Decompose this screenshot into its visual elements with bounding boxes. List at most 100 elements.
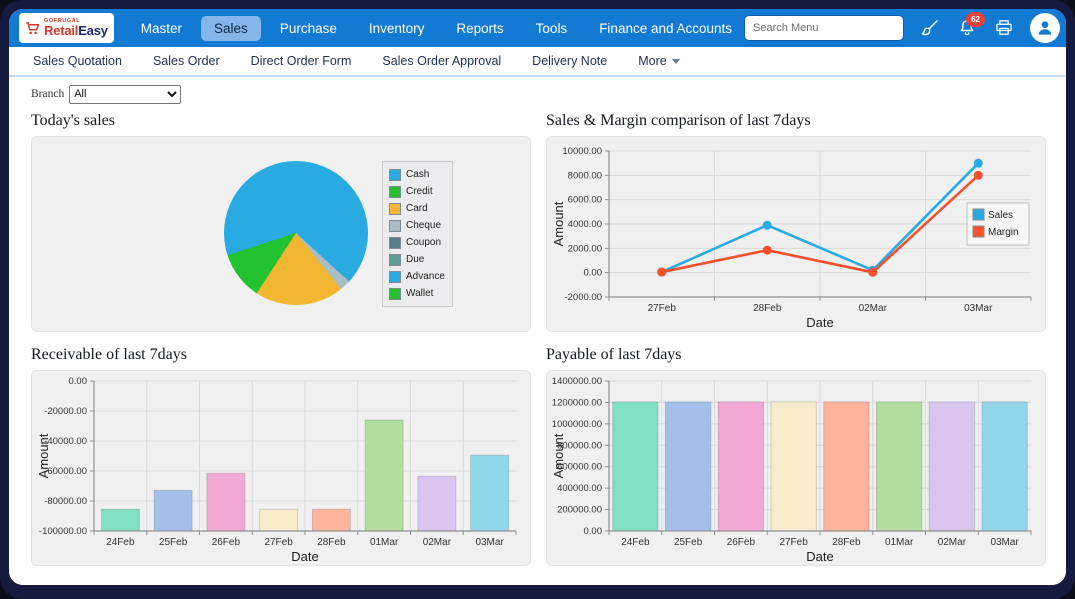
subnav-delivery-note[interactable]: Delivery Note [532, 54, 607, 68]
user-avatar[interactable] [1030, 13, 1060, 43]
printer-icon[interactable] [993, 17, 1015, 39]
subnav-sales-order-approval[interactable]: Sales Order Approval [382, 54, 501, 68]
dashboard: Branch All Today's sales CashCreditCardC… [9, 77, 1066, 585]
branch-select[interactable]: All [69, 85, 181, 104]
svg-text:25Feb: 25Feb [159, 537, 188, 548]
topnav-icons: 62 [919, 13, 1060, 43]
svg-text:-100000.00: -100000.00 [39, 526, 87, 537]
svg-text:24Feb: 24Feb [106, 537, 135, 548]
window-frame: GOFRUGAL RetailEasy Master Sales Purchas… [0, 0, 1075, 599]
subnav-direct-order-form[interactable]: Direct Order Form [251, 54, 352, 68]
payable-bar-chart: 1400000.001200000.001000000.00800000.006… [547, 371, 1045, 565]
legend-item-wallet: Wallet [389, 285, 445, 302]
svg-text:26Feb: 26Feb [727, 537, 756, 548]
receivable-bar-chart: 0.00-20000.00-40000.00-60000.00-80000.00… [32, 371, 530, 565]
todays-sales-section: Today's sales CashCreditCardChequeCoupon… [31, 106, 531, 332]
svg-text:Amount: Amount [36, 433, 51, 478]
svg-text:4000.00: 4000.00 [568, 219, 602, 230]
legend-item-due: Due [389, 251, 445, 268]
svg-text:1400000.00: 1400000.00 [552, 376, 602, 387]
svg-text:01Mar: 01Mar [370, 537, 399, 548]
svg-text:0.00: 0.00 [584, 526, 603, 537]
payable-title: Payable of last 7days [546, 346, 1046, 364]
svg-text:200000.00: 200000.00 [557, 505, 602, 516]
nav-item-inventory[interactable]: Inventory [356, 16, 438, 41]
svg-text:Date: Date [806, 549, 833, 564]
receivable-panel: 0.00-20000.00-40000.00-60000.00-80000.00… [31, 370, 531, 566]
receivable-title: Receivable of last 7days [31, 346, 531, 364]
cart-icon [25, 21, 40, 36]
sales-margin-line-chart: 10000.00 8000.00 6000.00 4000.00 2000.00 0.00… [547, 137, 1045, 331]
svg-text:0.00: 0.00 [584, 268, 603, 279]
main-menu: Master Sales Purchase Inventory Reports … [128, 16, 745, 41]
svg-text:02Mar: 02Mar [423, 537, 452, 548]
svg-text:27Feb: 27Feb [648, 303, 677, 314]
logo-brand-retail: Retail [44, 23, 78, 38]
svg-text:1000000.00: 1000000.00 [552, 419, 602, 430]
svg-text:02Mar: 02Mar [859, 303, 888, 314]
pie-chart [224, 161, 368, 305]
svg-text:-80000.00: -80000.00 [44, 496, 87, 507]
svg-text:1200000.00: 1200000.00 [552, 397, 602, 408]
person-icon [1035, 18, 1055, 38]
branch-filter-row: Branch All [31, 84, 1044, 104]
logo-text: GOFRUGAL RetailEasy [44, 19, 108, 38]
legend-item-coupon: Coupon [389, 234, 445, 251]
legend-item-credit: Credit [389, 183, 445, 200]
menu-search-input[interactable] [745, 16, 903, 40]
chevron-down-icon [672, 59, 680, 64]
svg-text:25Feb: 25Feb [674, 537, 703, 548]
app-window: GOFRUGAL RetailEasy Master Sales Purchas… [9, 9, 1066, 585]
todays-sales-title: Today's sales [31, 112, 531, 130]
svg-text:01Mar: 01Mar [885, 537, 914, 548]
svg-text:28Feb: 28Feb [317, 537, 346, 548]
svg-text:27Feb: 27Feb [264, 537, 293, 548]
branch-label: Branch [31, 88, 64, 100]
svg-text:Date: Date [806, 315, 833, 330]
svg-text:03Mar: 03Mar [475, 537, 504, 548]
svg-text:6000.00: 6000.00 [568, 195, 602, 206]
nav-item-reports[interactable]: Reports [443, 16, 516, 41]
top-navbar: GOFRUGAL RetailEasy Master Sales Purchas… [9, 9, 1066, 47]
todays-sales-panel: CashCreditCardChequeCouponDueAdvanceWall… [31, 136, 531, 332]
svg-text:03Mar: 03Mar [990, 537, 1019, 548]
svg-text:2000.00: 2000.00 [568, 243, 602, 254]
payable-section: Payable of last 7days 1400000.00 1200000.… [546, 332, 1046, 566]
svg-text:Amount: Amount [551, 433, 566, 478]
svg-text:03Mar: 03Mar [964, 303, 993, 314]
subnav-sales-quotation[interactable]: Sales Quotation [33, 54, 122, 68]
theme-brush-icon[interactable] [919, 17, 941, 39]
svg-text:400000.00: 400000.00 [557, 483, 602, 494]
sales-submenu: Sales Quotation Sales Order Direct Order… [9, 47, 1066, 77]
svg-text:28Feb: 28Feb [832, 537, 861, 548]
payable-panel: 1400000.001200000.001000000.00800000.006… [546, 370, 1046, 566]
svg-text:8000.00: 8000.00 [568, 170, 602, 181]
svg-text:28Feb: 28Feb [753, 303, 782, 314]
nav-item-tools[interactable]: Tools [523, 16, 581, 41]
nav-item-master[interactable]: Master [128, 16, 195, 41]
logo-brand-easy: Easy [78, 23, 108, 38]
svg-text:27Feb: 27Feb [779, 537, 808, 548]
app-logo[interactable]: GOFRUGAL RetailEasy [19, 13, 114, 43]
subnav-sales-order[interactable]: Sales Order [153, 54, 220, 68]
nav-item-sales[interactable]: Sales [201, 16, 261, 41]
svg-text:26Feb: 26Feb [212, 537, 241, 548]
svg-text:-2000.00: -2000.00 [564, 292, 602, 303]
svg-text:Date: Date [291, 549, 318, 564]
sales-margin-section: Sales & Margin comparison of last 7days … [546, 106, 1046, 332]
notifications-bell-icon[interactable]: 62 [956, 17, 978, 39]
svg-text:10000.00: 10000.00 [562, 146, 602, 157]
svg-text:24Feb: 24Feb [621, 537, 650, 548]
nav-item-purchase[interactable]: Purchase [267, 16, 350, 41]
subnav-more[interactable]: More [638, 54, 679, 68]
sales-margin-title: Sales & Margin comparison of last 7days [546, 112, 1046, 130]
legend-item-cash: Cash [389, 166, 445, 183]
notification-badge: 62 [966, 12, 985, 27]
legend-item-advance: Advance [389, 268, 445, 285]
sales-margin-panel: 10000.00 8000.00 6000.00 4000.00 2000.00 0.00… [546, 136, 1046, 332]
nav-item-finance-accounts[interactable]: Finance and Accounts [586, 16, 745, 41]
svg-text:Sales: Sales [988, 210, 1013, 221]
pie-legend: CashCreditCardChequeCouponDueAdvanceWall… [382, 161, 453, 307]
svg-text:Amount: Amount [551, 201, 566, 246]
subnav-more-label: More [638, 54, 666, 68]
